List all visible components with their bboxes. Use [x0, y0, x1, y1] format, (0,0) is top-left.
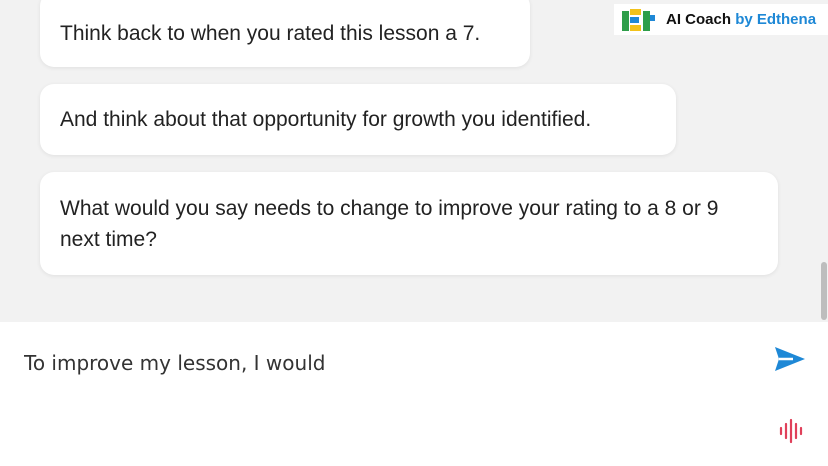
voice-input-button[interactable] [776, 416, 806, 446]
message-composer [0, 322, 828, 466]
coach-message-text: Think back to when you rated this lesson… [60, 22, 481, 45]
brand-name: AI Coach [666, 11, 732, 28]
coach-message: Think back to when you rated this lesson… [40, 0, 530, 67]
coach-message-text: And think about that opportunity for gro… [60, 108, 592, 131]
message-input[interactable] [24, 348, 744, 378]
coach-message: And think about that opportunity for gro… [40, 84, 676, 155]
chat-scrollbar[interactable] [820, 0, 828, 322]
chat-scrollbar-thumb[interactable] [821, 262, 827, 320]
send-button[interactable] [770, 342, 810, 376]
brand-header: AI Coach by Edthena [614, 4, 828, 35]
coach-message-text: What would you say needs to change to im… [60, 196, 719, 251]
edthena-logo-icon [622, 8, 655, 31]
chat-transcript[interactable]: Think back to when you rated this lesson… [0, 0, 828, 322]
coach-message: What would you say needs to change to im… [40, 172, 778, 275]
ai-coach-chat-app: Think back to when you rated this lesson… [0, 0, 828, 466]
voice-waveform-icon [779, 418, 803, 444]
brand-by-line: by Edthena [735, 11, 817, 28]
send-icon [775, 347, 805, 371]
brand-title: AI Coach by Edthena [666, 11, 816, 28]
